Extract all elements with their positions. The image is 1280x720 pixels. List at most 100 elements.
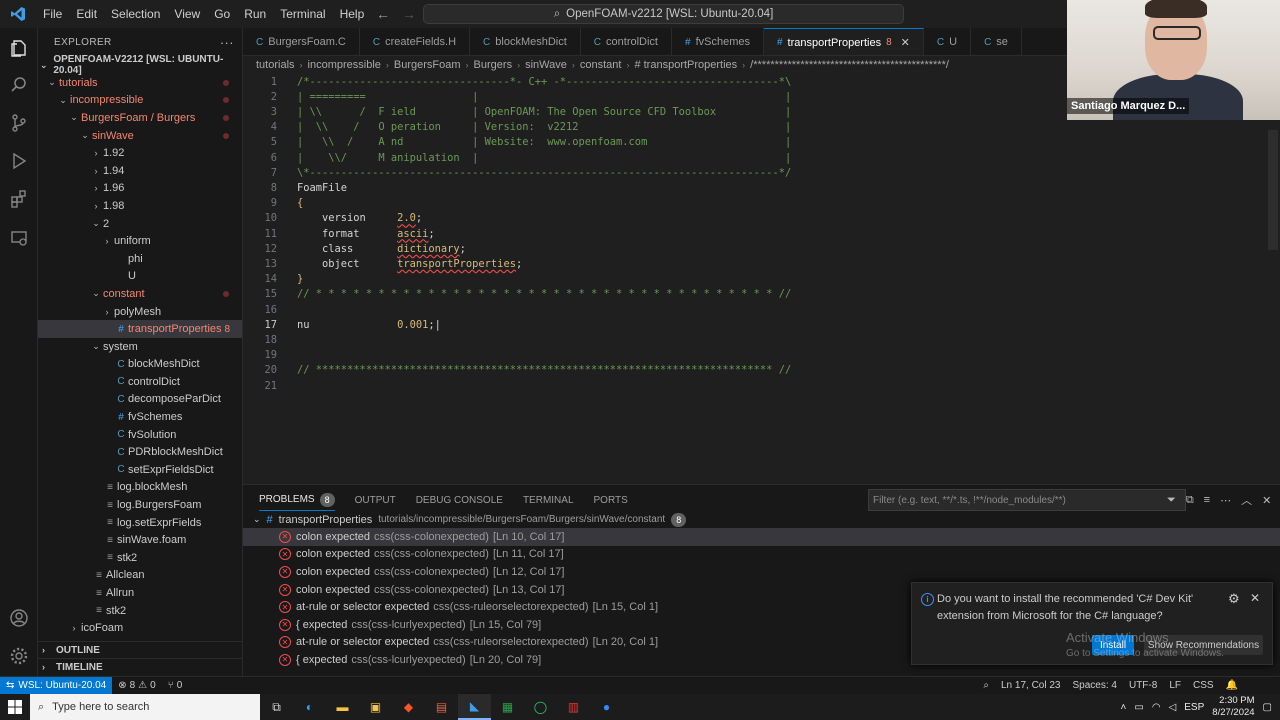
more-actions-icon[interactable]: ⋯: [1220, 494, 1231, 507]
command-center[interactable]: ⌕ OpenFOAM-v2212 [WSL: Ubuntu-20.04]: [423, 4, 904, 24]
tree-item[interactable]: › uniform: [38, 232, 242, 250]
breadcrumb-item[interactable]: constant: [580, 59, 622, 71]
tree-item[interactable]: ≡ sinWave.foam: [38, 531, 242, 549]
panel-tab-ports[interactable]: PORTS: [594, 489, 628, 511]
windows-start-icon[interactable]: [0, 694, 30, 720]
breadcrumb-item[interactable]: incompressible: [308, 59, 381, 71]
tree-item[interactable]: ⌄ 2: [38, 215, 242, 233]
spreadsheet-icon[interactable]: ▦: [491, 694, 524, 720]
workspace-root[interactable]: ⌄ OPENFOAM-V2212 [WSL: UBUNTU-20.04]: [38, 54, 242, 76]
tree-item[interactable]: › 1.92: [38, 144, 242, 162]
end-of-line[interactable]: LF: [1163, 680, 1187, 691]
zoom-icon[interactable]: ⌕: [977, 680, 995, 691]
panel-tab-output[interactable]: OUTPUT: [355, 489, 396, 511]
filter-icon[interactable]: ⏷: [1167, 494, 1176, 507]
encoding[interactable]: UTF-8: [1123, 680, 1163, 691]
tree-item[interactable]: ⌄ sinWave: [38, 127, 242, 145]
tab-createfields.h[interactable]: CcreateFields.H: [360, 28, 471, 55]
indentation[interactable]: Spaces: 4: [1066, 680, 1122, 691]
problems-filter-input[interactable]: Filter (e.g. text, **/*.ts, !**/node_mod…: [868, 489, 1186, 511]
breadcrumb-item[interactable]: /***************************************…: [750, 59, 949, 71]
explorer-icon[interactable]: [7, 36, 31, 60]
tab-transportproperties[interactable]: # transportProperties 8 ✕: [763, 28, 924, 55]
breadcrumb-item[interactable]: sinWave: [525, 59, 567, 71]
task-view-icon[interactable]: ⧉: [260, 694, 293, 720]
panel-tab-debug-console[interactable]: DEBUG CONSOLE: [416, 489, 503, 511]
tree-item[interactable]: CdecomposeParDict: [38, 391, 242, 409]
menu-file[interactable]: File: [36, 0, 69, 28]
store-icon[interactable]: ▣: [359, 694, 392, 720]
taskbar-search[interactable]: ⌕ Type here to search: [30, 694, 260, 720]
tree-item[interactable]: U: [38, 268, 242, 286]
tree-item[interactable]: ≡ log.setExprFields: [38, 514, 242, 532]
menu-view[interactable]: View: [167, 0, 207, 28]
language-mode[interactable]: CSS: [1187, 680, 1220, 691]
tree-item[interactable]: ⌄ constant: [38, 285, 242, 303]
breadcrumb-item[interactable]: tutorials: [256, 59, 295, 71]
menu-terminal[interactable]: Terminal: [273, 0, 332, 28]
breadcrumb-item[interactable]: Burgers: [474, 59, 513, 71]
edge-icon[interactable]: ◐: [293, 694, 326, 720]
tree-item[interactable]: ≡ stk2: [38, 549, 242, 567]
tree-item[interactable]: ≡ Allclean: [38, 567, 242, 585]
panel-tab-problems[interactable]: PROBLEMS 8: [259, 489, 335, 511]
extensions-icon[interactable]: [7, 187, 31, 211]
problem-item[interactable]: ✕ colon expected css(css-colonexpected) [Ln…: [243, 563, 1280, 581]
network-icon[interactable]: ▭: [1134, 702, 1143, 713]
tab-burgersfoam.c[interactable]: C BurgersFoam.C: [243, 28, 360, 55]
tree-item[interactable]: ⌄ tutorials: [38, 74, 242, 92]
menu-help[interactable]: Help: [333, 0, 372, 28]
tree-item[interactable]: › 1.94: [38, 162, 242, 180]
panel-tab-terminal[interactable]: TERMINAL: [523, 489, 574, 511]
vscode-taskbar-icon[interactable]: ◣: [458, 694, 491, 720]
tree-item[interactable]: C PDRblockMeshDict: [38, 443, 242, 461]
tree-item[interactable]: › polyMesh: [38, 303, 242, 321]
breadcrumb-item[interactable]: # transportProperties: [634, 59, 737, 71]
clock[interactable]: 2:30 PM 8/27/2024: [1212, 695, 1254, 719]
problem-item[interactable]: ✕ colon expected css(css-colonexpected) [Ln…: [243, 546, 1280, 564]
scrollbar-thumb[interactable]: [1268, 130, 1278, 250]
close-icon[interactable]: ✕: [1250, 591, 1260, 605]
timeline-section[interactable]: › TIMELINE: [38, 658, 242, 675]
tree-item[interactable]: ≡ log.BurgersFoam: [38, 496, 242, 514]
manage-gear-icon[interactable]: [7, 644, 31, 668]
forward-arrow-icon[interactable]: →: [402, 6, 416, 22]
source-control-icon[interactable]: [7, 111, 31, 135]
more-actions-icon[interactable]: ···: [220, 35, 234, 50]
cursor-position[interactable]: Ln 17, Col 23: [995, 680, 1067, 691]
tab-controldict[interactable]: CcontrolDict: [581, 28, 672, 55]
search-icon[interactable]: [7, 73, 31, 97]
run-debug-icon[interactable]: [7, 149, 31, 173]
menu-run[interactable]: Run: [237, 0, 273, 28]
outline-section[interactable]: › OUTLINE: [38, 641, 242, 658]
app-icon[interactable]: ▤: [425, 694, 458, 720]
close-panel-icon[interactable]: ✕: [1262, 494, 1271, 507]
close-icon[interactable]: ✕: [901, 36, 910, 49]
tree-item[interactable]: ⌄ system: [38, 338, 242, 356]
tree-item[interactable]: # transportProperties 8: [38, 320, 242, 338]
tree-item[interactable]: › 1.98: [38, 197, 242, 215]
tab-blockmeshdict[interactable]: CblockMeshDict: [470, 28, 581, 55]
tab-se[interactable]: Cse: [971, 28, 1022, 55]
tree-item[interactable]: CblockMeshDict: [38, 356, 242, 374]
tree-item[interactable]: ≡ log.blockMesh: [38, 479, 242, 497]
chevron-up-icon[interactable]: ˄: [1121, 702, 1127, 713]
account-icon[interactable]: [7, 606, 31, 630]
problems-group-header[interactable]: ⌄ # transportProperties tutorials/incomp…: [253, 511, 687, 528]
breadcrumb-item[interactable]: BurgersFoam: [394, 59, 461, 71]
tab-u[interactable]: CU: [924, 28, 972, 55]
collapse-all-icon[interactable]: ⧉: [1186, 494, 1194, 507]
file-explorer-icon[interactable]: ▬: [326, 694, 359, 720]
tree-item[interactable]: phi: [38, 250, 242, 268]
view-as-list-icon[interactable]: ≡: [1204, 494, 1210, 506]
menu-edit[interactable]: Edit: [69, 0, 104, 28]
tab-fvschemes[interactable]: # fvSchemes: [672, 28, 764, 55]
tree-item[interactable]: ≡ stk2: [38, 602, 242, 620]
code-editor[interactable]: 1 /*--------------------------------*- C+…: [243, 74, 1280, 484]
tree-item[interactable]: › icoFoam: [38, 619, 242, 637]
whatsapp-icon[interactable]: ◯: [524, 694, 557, 720]
problem-item[interactable]: ✕ colon expected css(css-colonexpected) [Ln…: [243, 528, 1280, 546]
zoom-app-icon[interactable]: ●: [590, 694, 623, 720]
tree-item[interactable]: ⌄ incompressible: [38, 92, 242, 110]
tree-item[interactable]: CsetExprFieldsDict: [38, 461, 242, 479]
